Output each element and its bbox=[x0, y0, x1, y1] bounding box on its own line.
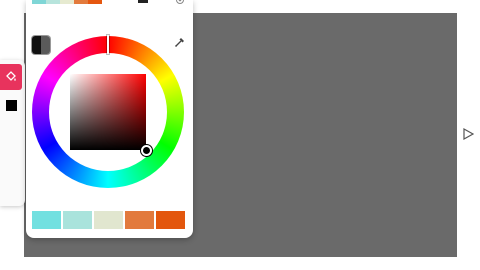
fill-tool-button[interactable] bbox=[0, 64, 22, 90]
play-arrow-icon[interactable] bbox=[462, 128, 474, 140]
palette-swatch[interactable] bbox=[63, 211, 92, 229]
current-color-swatch[interactable] bbox=[32, 36, 50, 54]
recent-swatch[interactable] bbox=[32, 0, 46, 4]
color-selector-handle[interactable] bbox=[141, 145, 152, 156]
palette-swatch[interactable] bbox=[32, 211, 61, 229]
current-color-chip[interactable] bbox=[6, 100, 17, 111]
hue-marker[interactable] bbox=[107, 35, 109, 54]
recent-swatch[interactable] bbox=[74, 0, 88, 4]
color-picker-panel bbox=[26, 0, 193, 238]
gear-icon[interactable] bbox=[174, 0, 186, 6]
eyedropper-icon[interactable] bbox=[174, 36, 186, 48]
left-toolbar bbox=[0, 60, 25, 206]
swatch-divider bbox=[138, 0, 148, 3]
recent-swatches-strip bbox=[32, 0, 102, 4]
secondary-color bbox=[41, 36, 50, 54]
saturation-value-square[interactable] bbox=[70, 74, 152, 156]
palette-swatch[interactable] bbox=[156, 211, 185, 229]
primary-color bbox=[32, 36, 41, 54]
palette-swatch[interactable] bbox=[125, 211, 154, 229]
color-palette bbox=[32, 211, 185, 229]
recent-swatch[interactable] bbox=[88, 0, 102, 4]
recent-swatch[interactable] bbox=[60, 0, 74, 4]
paint-bucket-icon bbox=[4, 70, 18, 84]
palette-swatch[interactable] bbox=[94, 211, 123, 229]
recent-swatch[interactable] bbox=[46, 0, 60, 4]
